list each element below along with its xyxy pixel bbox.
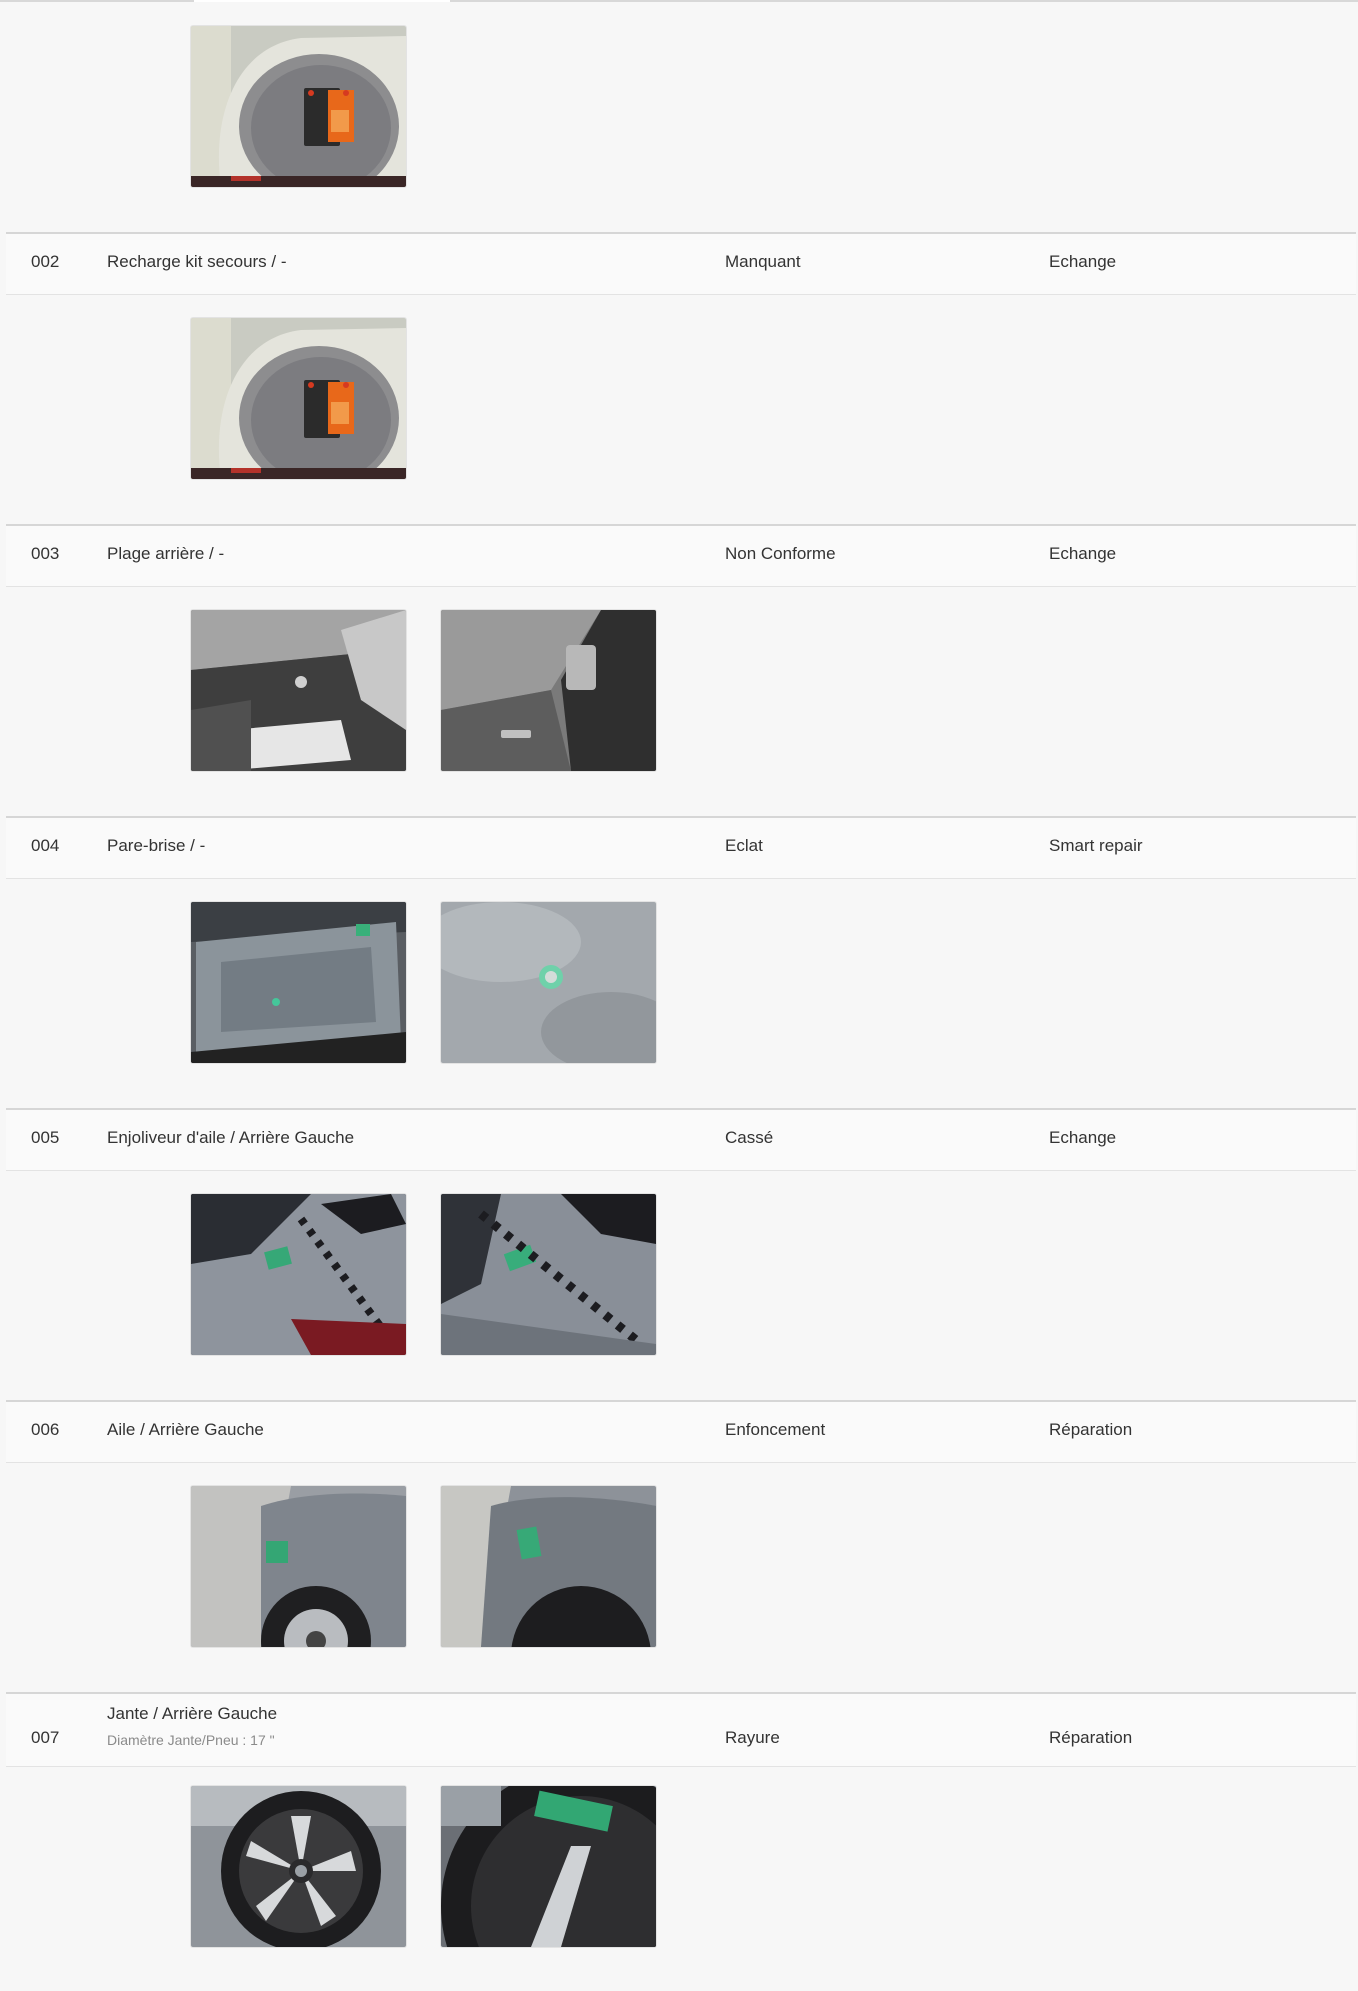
damage-row-header: 005 Enjoliveur d'aile / Arrière Gauche Cas… [6, 1108, 1356, 1171]
photo-image [191, 1486, 406, 1647]
damage-row: 007 Jante / Arrière Gauche Rayure Réparatio… [6, 1692, 1356, 1984]
repair-action: Echange [1049, 544, 1117, 563]
photo-image [441, 1486, 656, 1647]
item-label: Recharge kit secours / - [107, 252, 287, 271]
repair-action: Réparation [1049, 1728, 1133, 1747]
photo-battery-compartment[interactable] [191, 26, 406, 187]
item-number: 003 [31, 544, 60, 563]
damage-row-header: 003 Plage arrière / - Non Conforme Echange [6, 524, 1356, 587]
photo-rear-pillar-trim-detail[interactable] [441, 1194, 656, 1355]
damage-type: Cassé [725, 1128, 774, 1147]
item-number: 005 [31, 1128, 60, 1147]
repair-action: Smart repair [1049, 836, 1143, 855]
photo-rim[interactable] [191, 1786, 406, 1947]
photo-battery-compartment[interactable] [191, 318, 406, 479]
damage-type: Rayure [725, 1728, 780, 1747]
photo-image [191, 610, 406, 771]
item-number: 007 [31, 1728, 60, 1747]
photo-rear-wing[interactable] [191, 1486, 406, 1647]
item-sublabel: Diamètre Jante/Pneu : 17 " [107, 1732, 275, 1748]
damage-type: Enfoncement [725, 1420, 826, 1439]
photo-trunk-shelf[interactable] [191, 610, 406, 771]
item-number: 002 [31, 252, 60, 271]
photo-strip-previous [6, 0, 1356, 232]
photo-image [441, 902, 656, 1063]
damage-row: 002 Recharge kit secours / - Manquant Echan… [6, 232, 1356, 524]
item-label: Pare-brise / - [107, 836, 206, 855]
damage-row-header: 002 Recharge kit secours / - Manquant Echan… [6, 232, 1356, 295]
photo-image [191, 1194, 406, 1355]
damage-type: Eclat [725, 836, 763, 855]
item-label: Enjoliveur d'aile / Arrière Gauche [107, 1128, 355, 1147]
photo-rear-pillar-trim[interactable] [191, 1194, 406, 1355]
photo-windshield[interactable] [191, 902, 406, 1063]
photo-trunk-shelf-detail[interactable] [441, 610, 656, 771]
damage-row-header: 006 Aile / Arrière Gauche Enfoncement Répar… [6, 1400, 1356, 1463]
photo-image [191, 318, 406, 479]
photo-image [441, 1786, 656, 1947]
damage-row-header: 004 Pare-brise / - Eclat Smart repair [6, 816, 1356, 879]
item-number: 006 [31, 1420, 60, 1439]
item-label: Jante / Arrière Gauche [107, 1704, 278, 1723]
photo-image [191, 902, 406, 1063]
photo-image [441, 1194, 656, 1355]
item-number: 004 [31, 836, 60, 855]
damage-row: 003 Plage arrière / - Non Conforme Echange [6, 524, 1356, 816]
photo-image [441, 610, 656, 771]
repair-action: Réparation [1049, 1420, 1133, 1439]
photo-rim-detail[interactable] [441, 1786, 656, 1947]
damage-row: 006 Aile / Arrière Gauche Enfoncement Répar… [6, 1400, 1356, 1692]
damage-type: Manquant [725, 252, 801, 271]
photo-image [191, 1786, 406, 1947]
repair-action: Echange [1049, 1128, 1117, 1147]
damage-row: 004 Pare-brise / - Eclat Smart repair [6, 816, 1356, 1108]
photo-image [191, 26, 406, 187]
item-label: Aile / Arrière Gauche [107, 1420, 264, 1439]
damage-row-header: 007 Jante / Arrière Gauche Rayure Réparatio… [6, 1692, 1356, 1767]
item-label: Plage arrière / - [107, 544, 225, 563]
photo-rear-wing-detail[interactable] [441, 1486, 656, 1647]
damage-row: 005 Enjoliveur d'aile / Arrière Gauche Cas… [6, 1108, 1356, 1400]
damage-type: Non Conforme [725, 544, 836, 563]
repair-action: Echange [1049, 252, 1117, 271]
photo-windshield-chip[interactable] [441, 902, 656, 1063]
